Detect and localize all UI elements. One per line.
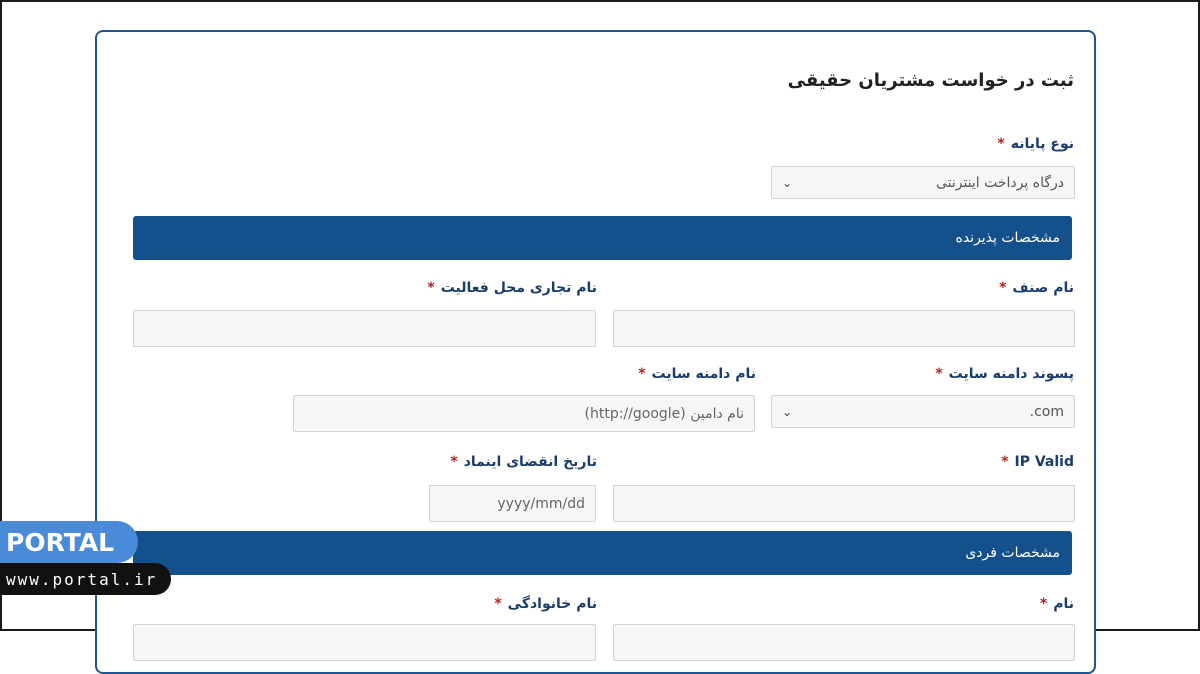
site-domain-placeholder: نام دامین (http://google) <box>584 405 744 422</box>
enamad-expiry-label: تاریخ انقضای اینماد * <box>450 454 597 470</box>
domain-suffix-value: .com <box>1029 403 1064 420</box>
last-name-label: نام خانوادگی * <box>494 596 597 612</box>
business-name-label-text: نام تجاری محل فعالیت <box>440 280 597 296</box>
guild-name-input[interactable] <box>613 310 1075 347</box>
terminal-type-value: درگاه پرداخت اینترنتی <box>935 174 1064 191</box>
required-mark: * <box>1001 454 1009 470</box>
business-name-label: نام تجاری محل فعالیت * <box>427 280 597 296</box>
required-mark: * <box>1039 596 1048 612</box>
form-card: ثبت در خواست مشتریان حقیقی نوع پایانه * د… <box>95 30 1096 674</box>
terminal-type-label: نوع پایانه * <box>997 136 1074 152</box>
domain-suffix-select[interactable]: .com ⌄ <box>771 395 1075 428</box>
required-mark: * <box>427 280 435 296</box>
terminal-type-select[interactable]: درگاه پرداخت اینترنتی ⌄ <box>771 166 1075 199</box>
domain-suffix-label-text: پسوند دامنه سایت <box>948 366 1074 382</box>
enamad-expiry-input[interactable]: yyyy/mm/dd <box>429 485 596 522</box>
chevron-down-icon: ⌄ <box>782 175 793 190</box>
business-name-input[interactable] <box>133 310 596 347</box>
section-acceptor-header: مشخصات پذیرنده <box>133 216 1072 260</box>
required-mark: * <box>997 136 1005 152</box>
site-domain-label: نام دامنه سایت * <box>638 366 756 382</box>
domain-suffix-label: پسوند دامنه سایت * <box>935 366 1074 382</box>
required-mark: * <box>935 366 943 382</box>
ip-valid-label-text: IP Valid <box>1014 454 1074 470</box>
last-name-label-text: نام خانوادگی <box>507 596 597 612</box>
section-personal-header: مشخصات فردی <box>133 531 1072 575</box>
enamad-expiry-placeholder: yyyy/mm/dd <box>497 495 585 512</box>
section-personal-title: مشخصات فردی <box>965 545 1060 561</box>
ip-valid-input[interactable] <box>613 485 1075 522</box>
first-name-input[interactable] <box>613 624 1075 661</box>
page-title: ثبت در خواست مشتریان حقیقی <box>787 70 1074 91</box>
site-domain-input[interactable]: نام دامین (http://google) <box>293 395 755 432</box>
required-mark: * <box>999 280 1007 296</box>
required-mark: * <box>494 596 502 612</box>
enamad-expiry-label-text: تاریخ انقضای اینماد <box>463 454 597 470</box>
first-name-label: نام * <box>1040 596 1074 612</box>
guild-name-label-text: نام صنف <box>1012 280 1074 296</box>
last-name-input[interactable] <box>133 624 596 661</box>
required-mark: * <box>638 366 646 382</box>
portal-url: www.portal.ir <box>0 563 171 595</box>
guild-name-label: نام صنف * <box>999 280 1074 296</box>
portal-logo: PORTAL <box>0 521 138 563</box>
section-acceptor-title: مشخصات پذیرنده <box>955 230 1060 246</box>
required-mark: * <box>450 454 458 470</box>
site-domain-label-text: نام دامنه سایت <box>651 366 756 382</box>
ip-valid-label: IP Valid * <box>1001 454 1074 470</box>
terminal-type-label-text: نوع پایانه <box>1010 136 1074 152</box>
chevron-down-icon: ⌄ <box>782 404 793 419</box>
first-name-label-text: نام <box>1053 596 1074 612</box>
